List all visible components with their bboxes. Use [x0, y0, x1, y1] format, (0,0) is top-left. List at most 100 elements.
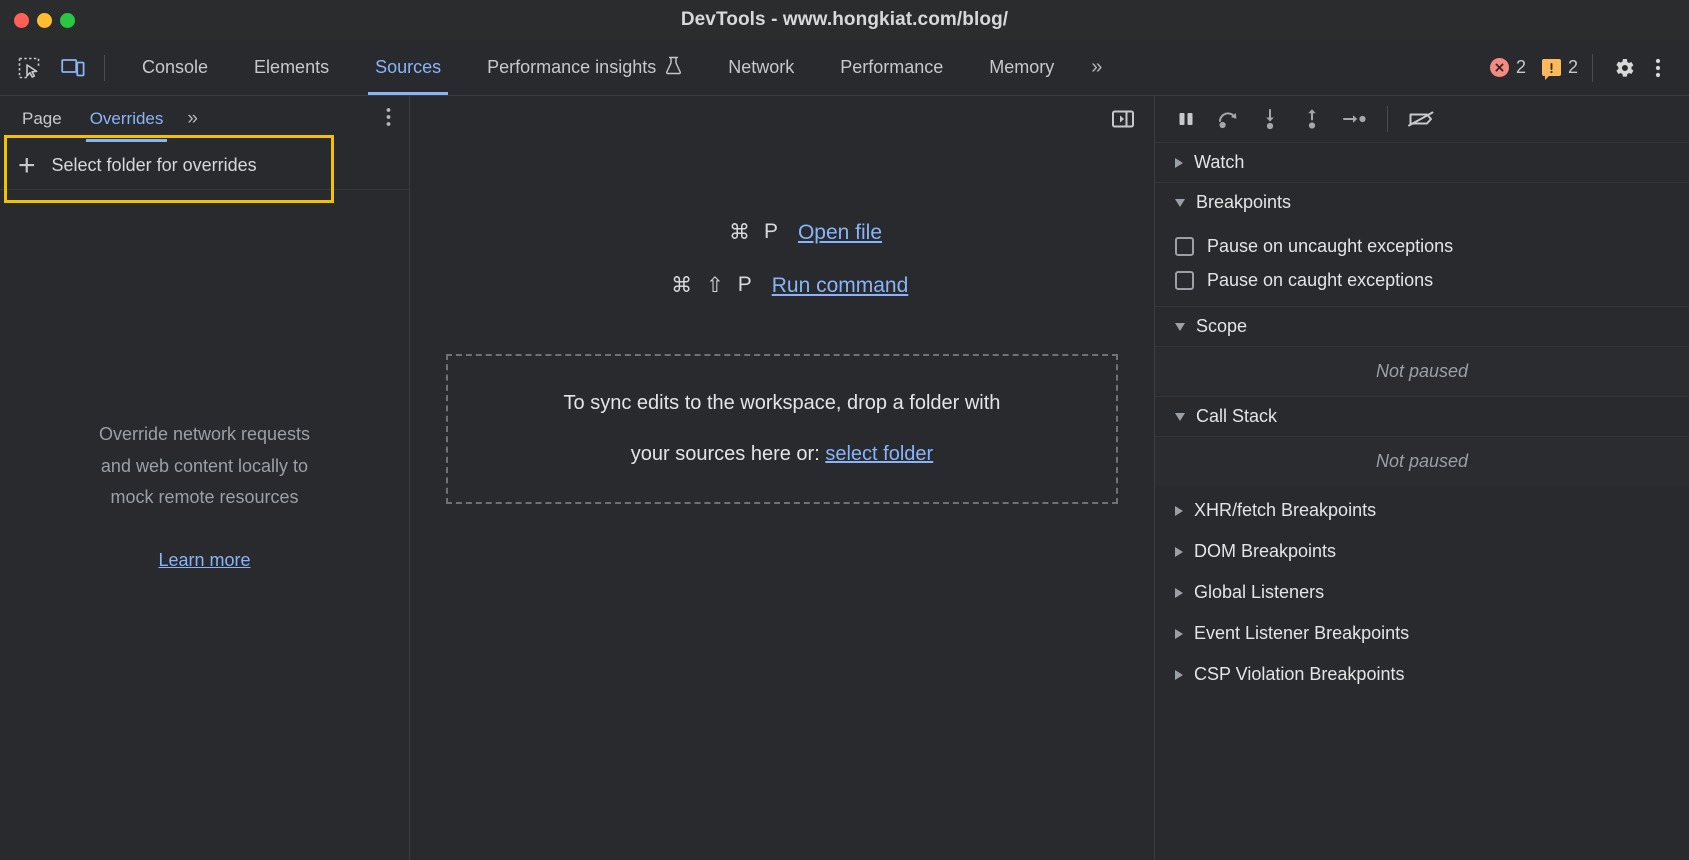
- tab-memory[interactable]: Memory: [966, 40, 1077, 95]
- tab-console[interactable]: Console: [119, 40, 231, 95]
- chevron-right-icon: [1175, 157, 1183, 168]
- navigator-tab-bar: Page Overrides »: [0, 96, 409, 142]
- more-navigator-tabs-chevron-icon[interactable]: »: [177, 108, 205, 130]
- window-title-bar: DevTools - www.hongkiat.com/blog/: [0, 0, 1689, 40]
- debugger-section-xhr-fetch-breakpoints[interactable]: XHR/fetch Breakpoints: [1155, 490, 1689, 531]
- dropzone-line-1: To sync edits to the workspace, drop a f…: [563, 392, 1001, 414]
- debugger-section-call-stack[interactable]: Call Stack: [1155, 396, 1689, 436]
- tab-performance-insights[interactable]: Performance insights: [464, 40, 705, 95]
- chevron-right-icon: [1175, 669, 1183, 680]
- tab-sources[interactable]: Sources: [352, 40, 464, 95]
- workspace-dropzone[interactable]: To sync edits to the workspace, drop a f…: [446, 354, 1118, 504]
- checkbox-label: Pause on caught exceptions: [1207, 269, 1434, 290]
- shortcut-run-command: ⌘ ⇧ P Run command: [656, 273, 909, 298]
- kebab-menu-icon[interactable]: [1641, 51, 1675, 85]
- toolbar-divider: [1592, 53, 1593, 82]
- tab-label: Network: [728, 57, 795, 77]
- warning-count-badge[interactable]: 2: [1541, 57, 1578, 80]
- debugger-section-watch[interactable]: Watch: [1155, 142, 1689, 182]
- navigator-tab-label: Page: [22, 109, 62, 128]
- more-tabs-chevron-icon[interactable]: »: [1077, 56, 1113, 79]
- open-file-link[interactable]: Open file: [798, 221, 882, 245]
- device-toolbar-icon[interactable]: [56, 51, 90, 85]
- empty-line-3: mock remote resources: [110, 487, 299, 508]
- inspect-element-icon[interactable]: [12, 51, 46, 85]
- section-label: Call Stack: [1196, 406, 1278, 426]
- dropzone-text: To sync edits to the workspace, drop a f…: [564, 378, 1001, 480]
- call-stack-status: Not paused: [1155, 436, 1689, 486]
- show-navigator-icon[interactable]: [1106, 102, 1140, 136]
- debugger-pane: Watch Breakpoints Pause on uncaught exce…: [1155, 96, 1689, 860]
- toolbar-divider: [1387, 106, 1388, 132]
- dropzone-line-2: your sources here or:: [630, 443, 820, 465]
- chevron-right-icon: [1175, 628, 1183, 639]
- run-command-link[interactable]: Run command: [772, 274, 909, 298]
- step-icon[interactable]: [1335, 102, 1373, 136]
- maximize-window-button[interactable]: [60, 12, 75, 28]
- tab-performance[interactable]: Performance: [817, 40, 966, 95]
- debugger-section-csp-violation-breakpoints[interactable]: CSP Violation Breakpoints: [1155, 654, 1689, 695]
- chevron-right-icon: [1175, 505, 1183, 516]
- minimize-window-button[interactable]: [37, 12, 52, 28]
- select-folder-for-overrides-row[interactable]: + Select folder for overrides: [0, 142, 409, 190]
- editor-toolbar: [410, 96, 1154, 142]
- tab-network[interactable]: Network: [705, 40, 817, 95]
- navigator-tab-page[interactable]: Page: [8, 96, 76, 142]
- pause-icon[interactable]: [1167, 102, 1205, 136]
- chevron-down-icon: [1175, 322, 1185, 331]
- section-label: Event Listener Breakpoints: [1194, 623, 1410, 643]
- empty-line-2: and web content locally to: [100, 455, 309, 476]
- checkbox-label: Pause on uncaught exceptions: [1207, 235, 1454, 256]
- section-label: Breakpoints: [1196, 192, 1292, 212]
- tab-label: Sources: [375, 57, 442, 77]
- select-folder-link[interactable]: select folder: [825, 443, 933, 465]
- pause-on-caught-exceptions-row[interactable]: Pause on caught exceptions: [1155, 263, 1689, 297]
- error-count-badge[interactable]: 2: [1489, 57, 1526, 78]
- section-label: Scope: [1196, 316, 1248, 336]
- pause-on-caught-exceptions-checkbox[interactable]: [1175, 270, 1194, 290]
- debugger-section-dom-breakpoints[interactable]: DOM Breakpoints: [1155, 531, 1689, 572]
- section-label: DOM Breakpoints: [1194, 541, 1337, 561]
- overrides-empty-text: Override network requests and web content…: [99, 419, 310, 514]
- flask-icon: [665, 56, 682, 80]
- navigator-tab-overrides[interactable]: Overrides: [76, 96, 178, 142]
- warning-count: 2: [1567, 57, 1578, 77]
- debugger-section-event-listener-breakpoints[interactable]: Event Listener Breakpoints: [1155, 613, 1689, 654]
- key-command: ⌘: [728, 221, 750, 244]
- gear-icon[interactable]: [1607, 51, 1641, 85]
- tab-label: Performance: [840, 57, 944, 77]
- step-into-icon[interactable]: [1251, 102, 1289, 136]
- editor-pane: ⌘ P Open file ⌘ ⇧ P Run command To sync …: [410, 96, 1155, 860]
- section-label: Watch: [1194, 152, 1245, 172]
- debugger-section-breakpoints[interactable]: Breakpoints: [1155, 182, 1689, 222]
- error-count: 2: [1515, 57, 1526, 77]
- chevron-down-icon: [1175, 412, 1185, 421]
- tab-label: Performance insights: [487, 57, 657, 77]
- key-p: P: [737, 273, 752, 296]
- navigator-kebab-menu-icon[interactable]: [386, 106, 391, 133]
- learn-more-link[interactable]: Learn more: [158, 550, 250, 571]
- devtools-tab-bar: Console Elements Sources Performance ins…: [0, 40, 1689, 96]
- navigator-tab-label: Overrides: [89, 109, 164, 128]
- tab-label: Memory: [989, 57, 1055, 77]
- step-out-icon[interactable]: [1293, 102, 1331, 136]
- close-window-button[interactable]: [14, 12, 29, 28]
- section-label: Global Listeners: [1194, 582, 1325, 602]
- toolbar-divider: [104, 54, 105, 81]
- pause-on-uncaught-exceptions-row[interactable]: Pause on uncaught exceptions: [1155, 229, 1689, 263]
- tab-elements[interactable]: Elements: [231, 40, 352, 95]
- debugger-section-scope[interactable]: Scope: [1155, 306, 1689, 346]
- devtools-main: Page Overrides » + Select folder for ove…: [0, 96, 1689, 860]
- traffic-light-group: [14, 12, 75, 28]
- error-circle-icon: [1489, 58, 1509, 77]
- chevron-right-icon: [1175, 546, 1183, 557]
- debugger-section-global-listeners[interactable]: Global Listeners: [1155, 572, 1689, 613]
- section-label: XHR/fetch Breakpoints: [1194, 500, 1377, 520]
- deactivate-breakpoints-icon[interactable]: [1402, 102, 1440, 136]
- step-over-icon[interactable]: [1209, 102, 1247, 136]
- plus-icon: +: [18, 148, 36, 182]
- chevron-right-icon: [1175, 587, 1183, 598]
- key-p: P: [763, 220, 778, 243]
- pause-on-uncaught-exceptions-checkbox[interactable]: [1175, 236, 1194, 256]
- editor-empty-state: ⌘ P Open file ⌘ ⇧ P Run command To sync …: [410, 142, 1154, 860]
